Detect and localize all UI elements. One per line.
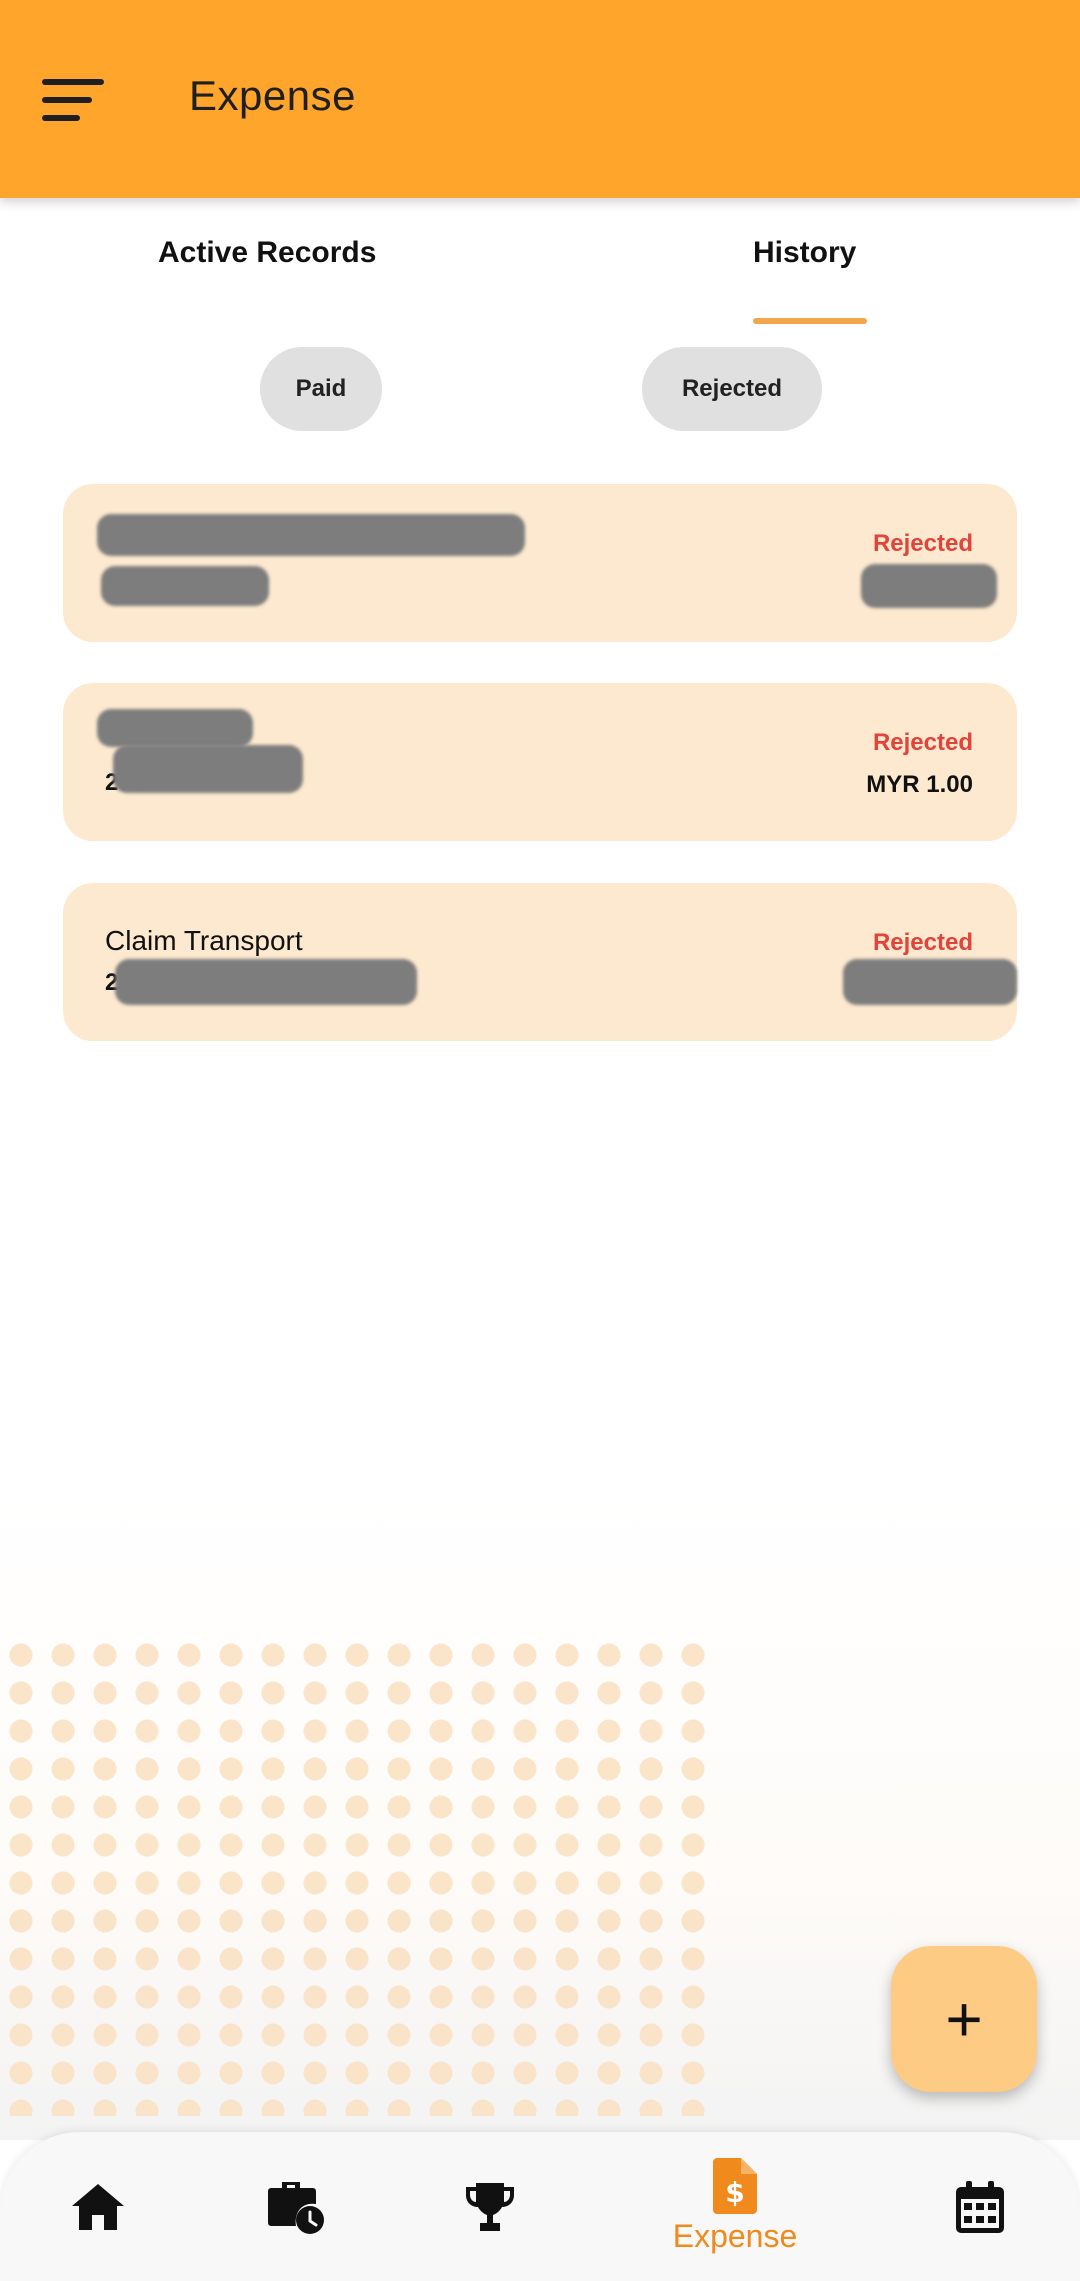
record-status: Rejected: [872, 530, 973, 557]
expense-document-icon: $: [713, 2158, 757, 2214]
add-expense-button[interactable]: +: [891, 1946, 1037, 2092]
record-title: Claim Transport: [105, 925, 303, 956]
app-bar: Expense: [0, 0, 1080, 198]
nav-expense[interactable]: $ Expense: [650, 2132, 820, 2281]
record-amount: MYR 1.00: [866, 771, 973, 798]
bottom-nav: $ Expense: [0, 2132, 1080, 2281]
tab-active-records[interactable]: Active Records: [158, 236, 376, 270]
nav-achievements[interactable]: [440, 2132, 540, 2281]
redaction: [97, 709, 253, 747]
filter-rejected-chip[interactable]: Rejected: [642, 347, 822, 431]
dot-pattern: [0, 1636, 720, 2116]
filter-paid-chip[interactable]: Paid: [260, 347, 382, 431]
svg-text:$: $: [725, 2176, 744, 2209]
nav-home[interactable]: [48, 2132, 148, 2281]
page-title: Expense: [189, 72, 356, 119]
redaction: [113, 745, 303, 793]
trophy-icon: [466, 2182, 514, 2231]
home-icon: [72, 2183, 124, 2230]
tab-history[interactable]: History: [753, 236, 856, 270]
briefcase-clock-icon: [268, 2181, 324, 2234]
record-status: Rejected: [872, 729, 973, 756]
plus-icon: +: [945, 1983, 983, 2055]
record-card[interactable]: 202 Rejected MYR 1.00: [63, 683, 1017, 841]
nav-calendar[interactable]: [930, 2132, 1030, 2281]
redaction: [861, 564, 997, 608]
record-status: Rejected: [872, 929, 973, 956]
calendar-icon: [956, 2180, 1004, 2233]
redaction: [843, 959, 1017, 1005]
record-card[interactable]: Claim Transport 2 Rejected: [63, 883, 1017, 1041]
tab-indicator: [753, 318, 867, 324]
menu-icon[interactable]: [30, 60, 114, 140]
redaction: [115, 959, 417, 1005]
record-card[interactable]: Rejected: [63, 484, 1017, 642]
redaction: [101, 566, 269, 606]
redaction: [97, 514, 525, 556]
nav-work-hours[interactable]: [246, 2132, 346, 2281]
nav-expense-label: Expense: [672, 2218, 798, 2254]
